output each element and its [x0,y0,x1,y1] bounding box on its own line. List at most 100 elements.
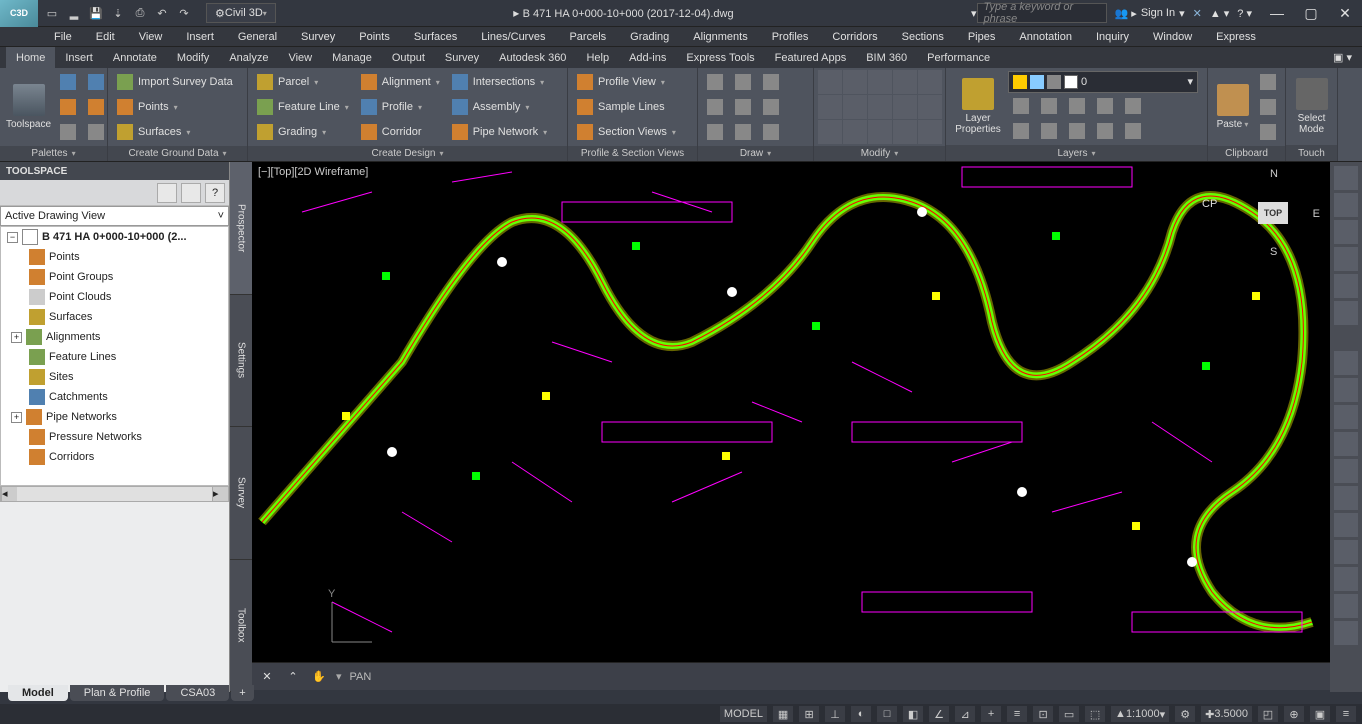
toolspace-btn2[interactable] [181,183,201,203]
menu-file[interactable]: File [42,27,84,46]
layer-tool4[interactable] [1092,94,1118,118]
import-survey-button[interactable]: Import Survey Data [112,70,243,94]
layerprops-button[interactable]: Layer Properties [950,70,1006,143]
modify-offset-icon[interactable] [893,120,917,144]
qat-open-icon[interactable]: ▂ [64,3,84,23]
modify-join-icon[interactable] [918,120,942,144]
menu-profiles[interactable]: Profiles [760,27,821,46]
palette-btn5[interactable] [83,95,109,119]
palette-btn3[interactable] [55,120,81,144]
palette-btn4[interactable] [83,70,109,94]
surfaces-button[interactable]: Surfaces [112,120,243,144]
tab-manage[interactable]: Manage [322,47,382,68]
help-search-input[interactable]: Type a keyword or phrase [977,3,1107,23]
draw-rect-icon[interactable] [730,95,756,119]
status-hw-icon[interactable]: ⊕ [1284,706,1304,722]
modify-explode-icon[interactable] [918,95,942,119]
corridor-button[interactable]: Corridor [356,120,445,144]
maximize-button[interactable]: ▢ [1294,0,1328,27]
status-gear-icon[interactable]: ⚙ [1175,706,1195,722]
palette-btn6[interactable] [83,120,109,144]
profile-button[interactable]: Profile [356,95,445,119]
menu-annotation[interactable]: Annotation [1007,27,1084,46]
layer-tool7[interactable] [1036,119,1062,143]
vtab-settings[interactable]: Settings [230,295,252,428]
qat-new-icon[interactable]: ▭ [42,3,62,23]
layer-tool6[interactable] [1008,119,1034,143]
layout-add-icon[interactable]: + [231,685,253,701]
tab-a360[interactable]: Autodesk 360 [489,47,576,68]
menu-edit[interactable]: Edit [84,27,127,46]
modify-chamfer-icon[interactable] [893,95,917,119]
panel-palettes-title[interactable]: Palettes [0,146,107,161]
draw-circle-icon[interactable] [702,95,728,119]
toolspace-button[interactable]: Toolspace [4,70,53,144]
status-scale[interactable]: ▲ 1:1000 ▾ [1111,706,1169,722]
copy-icon[interactable] [1255,95,1281,119]
modify-array-icon[interactable] [868,120,892,144]
featureline-button[interactable]: Feature Line [252,95,354,119]
panel-ground-title[interactable]: Create Ground Data [108,146,247,161]
tree-corridors[interactable]: Corridors [1,447,228,467]
nav-tool9[interactable] [1334,405,1358,429]
drawing-viewport[interactable]: [−][Top][2D Wireframe] Y CP N E S TOP [252,162,1330,662]
layer-tool9[interactable] [1092,119,1118,143]
nav-wheel-icon[interactable] [1334,193,1358,217]
toolspace-help-icon[interactable]: ? [205,183,225,203]
menu-general[interactable]: General [226,27,289,46]
tab-modify[interactable]: Modify [167,47,219,68]
layer-dropdown[interactable]: 0 ▾ [1008,71,1198,93]
qat-undo-icon[interactable]: ↶ [152,3,172,23]
draw-ellipse-icon[interactable] [702,120,728,144]
signin-button[interactable]: 👥 ▸ Sign In ▾ [1115,7,1185,20]
help-icon[interactable]: ? ▾ [1237,7,1252,20]
tree-sites[interactable]: Sites [1,367,228,387]
menu-surfaces[interactable]: Surfaces [402,27,469,46]
menu-grading[interactable]: Grading [618,27,681,46]
status-snap-icon[interactable]: ⊞ [799,706,819,722]
modify-scale-icon[interactable] [843,120,867,144]
status-clean-icon[interactable]: ▣ [1310,706,1330,722]
layer-tool3[interactable] [1064,94,1090,118]
vtab-prospector[interactable]: Prospector [230,162,252,295]
status-ortho-icon[interactable]: ⊥ [825,706,845,722]
qat-redo-icon[interactable]: ↷ [174,3,194,23]
status-iso-icon[interactable]: ◰ [1258,706,1278,722]
menu-corridors[interactable]: Corridors [820,27,889,46]
layer-tool1[interactable] [1008,94,1034,118]
panel-draw-title[interactable]: Draw [698,146,813,161]
draw-hatch-icon[interactable] [730,120,756,144]
tree-root[interactable]: −B 471 HA 0+000-10+000 (2... [1,227,228,247]
menu-sections[interactable]: Sections [890,27,956,46]
nav-tool8[interactable] [1334,378,1358,402]
layout-csa03[interactable]: CSA03 [166,685,229,701]
nav-orbit-icon[interactable] [1334,274,1358,298]
tab-bim360[interactable]: BIM 360 [856,47,917,68]
nav-tool16[interactable] [1334,594,1358,618]
menu-alignments[interactable]: Alignments [681,27,759,46]
tab-output[interactable]: Output [382,47,435,68]
modify-erase-icon[interactable] [918,70,942,94]
palette-btn2[interactable] [55,95,81,119]
nav-pan-icon[interactable] [1334,220,1358,244]
draw-point-icon[interactable] [758,120,784,144]
cut-icon[interactable] [1255,70,1281,94]
menu-pipes[interactable]: Pipes [956,27,1008,46]
tab-analyze[interactable]: Analyze [219,47,278,68]
menu-points[interactable]: Points [347,27,402,46]
tree-hscroll[interactable]: ◂▸ [0,486,229,502]
pipenetwork-button[interactable]: Pipe Network [447,120,552,144]
close-button[interactable]: ✕ [1328,0,1362,27]
nav-tool13[interactable] [1334,513,1358,537]
status-tpy-icon[interactable]: ⊡ [1033,706,1053,722]
tab-help[interactable]: Help [576,47,619,68]
intersections-button[interactable]: Intersections [447,70,552,94]
minimize-button[interactable]: — [1260,0,1294,27]
cmd-close-icon[interactable]: ✕ [258,668,276,686]
panel-design-title[interactable]: Create Design [248,146,567,161]
tree-pressure[interactable]: Pressure Networks [1,427,228,447]
status-polar-icon[interactable]: ◐ [851,706,871,722]
status-3dosnap-icon[interactable]: ◧ [903,706,923,722]
menu-inquiry[interactable]: Inquiry [1084,27,1141,46]
alignment-button[interactable]: Alignment [356,70,445,94]
